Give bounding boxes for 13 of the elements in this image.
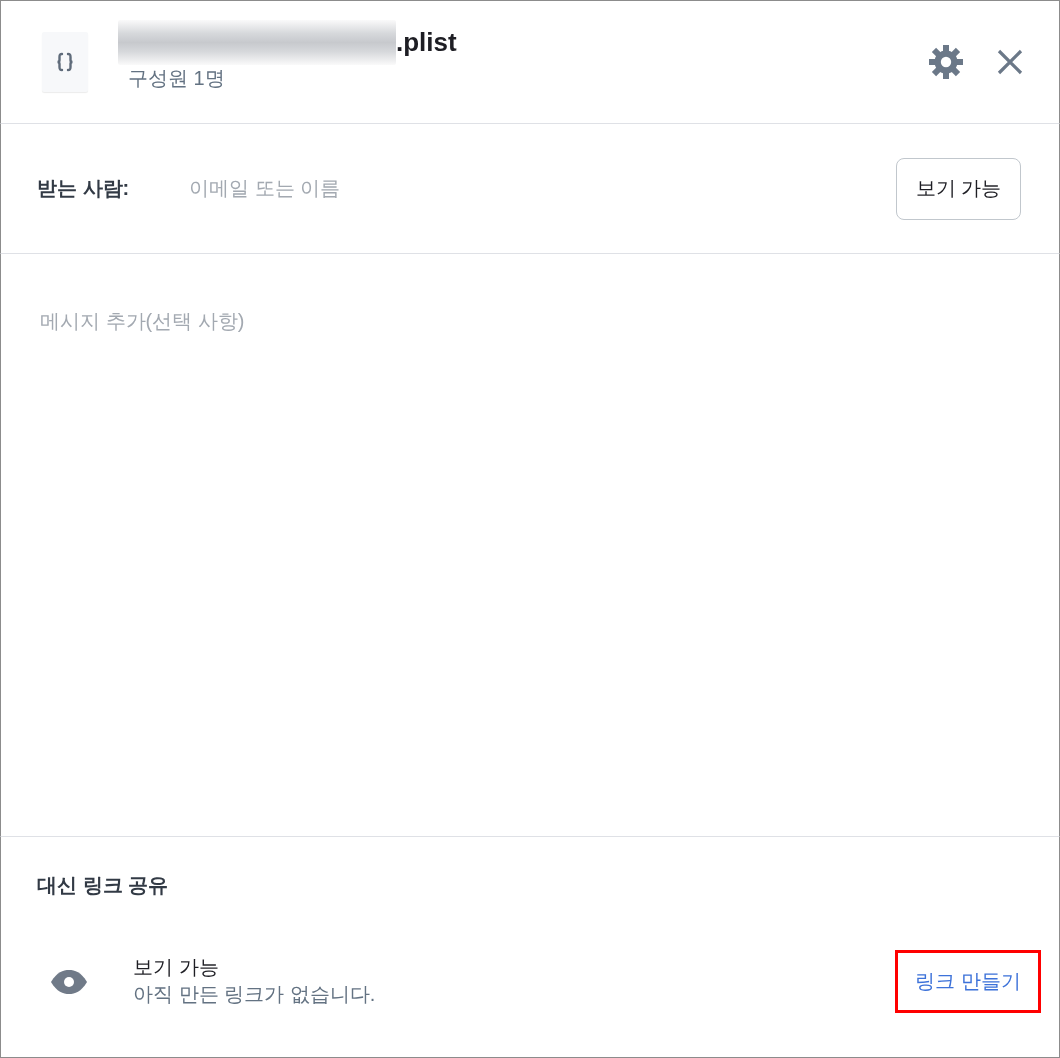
member-count: 구성원 1명: [128, 66, 226, 91]
close-icon[interactable]: [997, 49, 1023, 75]
file-title: .plist: [396, 26, 457, 58]
link-status: 아직 만든 링크가 없습니다.: [133, 981, 377, 1007]
settings-icon[interactable]: [929, 45, 963, 79]
code-file-icon: [42, 32, 88, 92]
message-field[interactable]: 메시지 추가(선택 사항): [0, 254, 1060, 836]
access-level: 보기 가능: [133, 954, 220, 980]
section-heading: 대신 링크 공유: [37, 873, 170, 898]
permission-button[interactable]: 보기 가능: [896, 157, 1021, 220]
recipient-label: 받는 사람:: [37, 176, 131, 201]
eye-icon: [51, 969, 87, 994]
create-link-button[interactable]: 링크 만들기: [915, 968, 1021, 995]
